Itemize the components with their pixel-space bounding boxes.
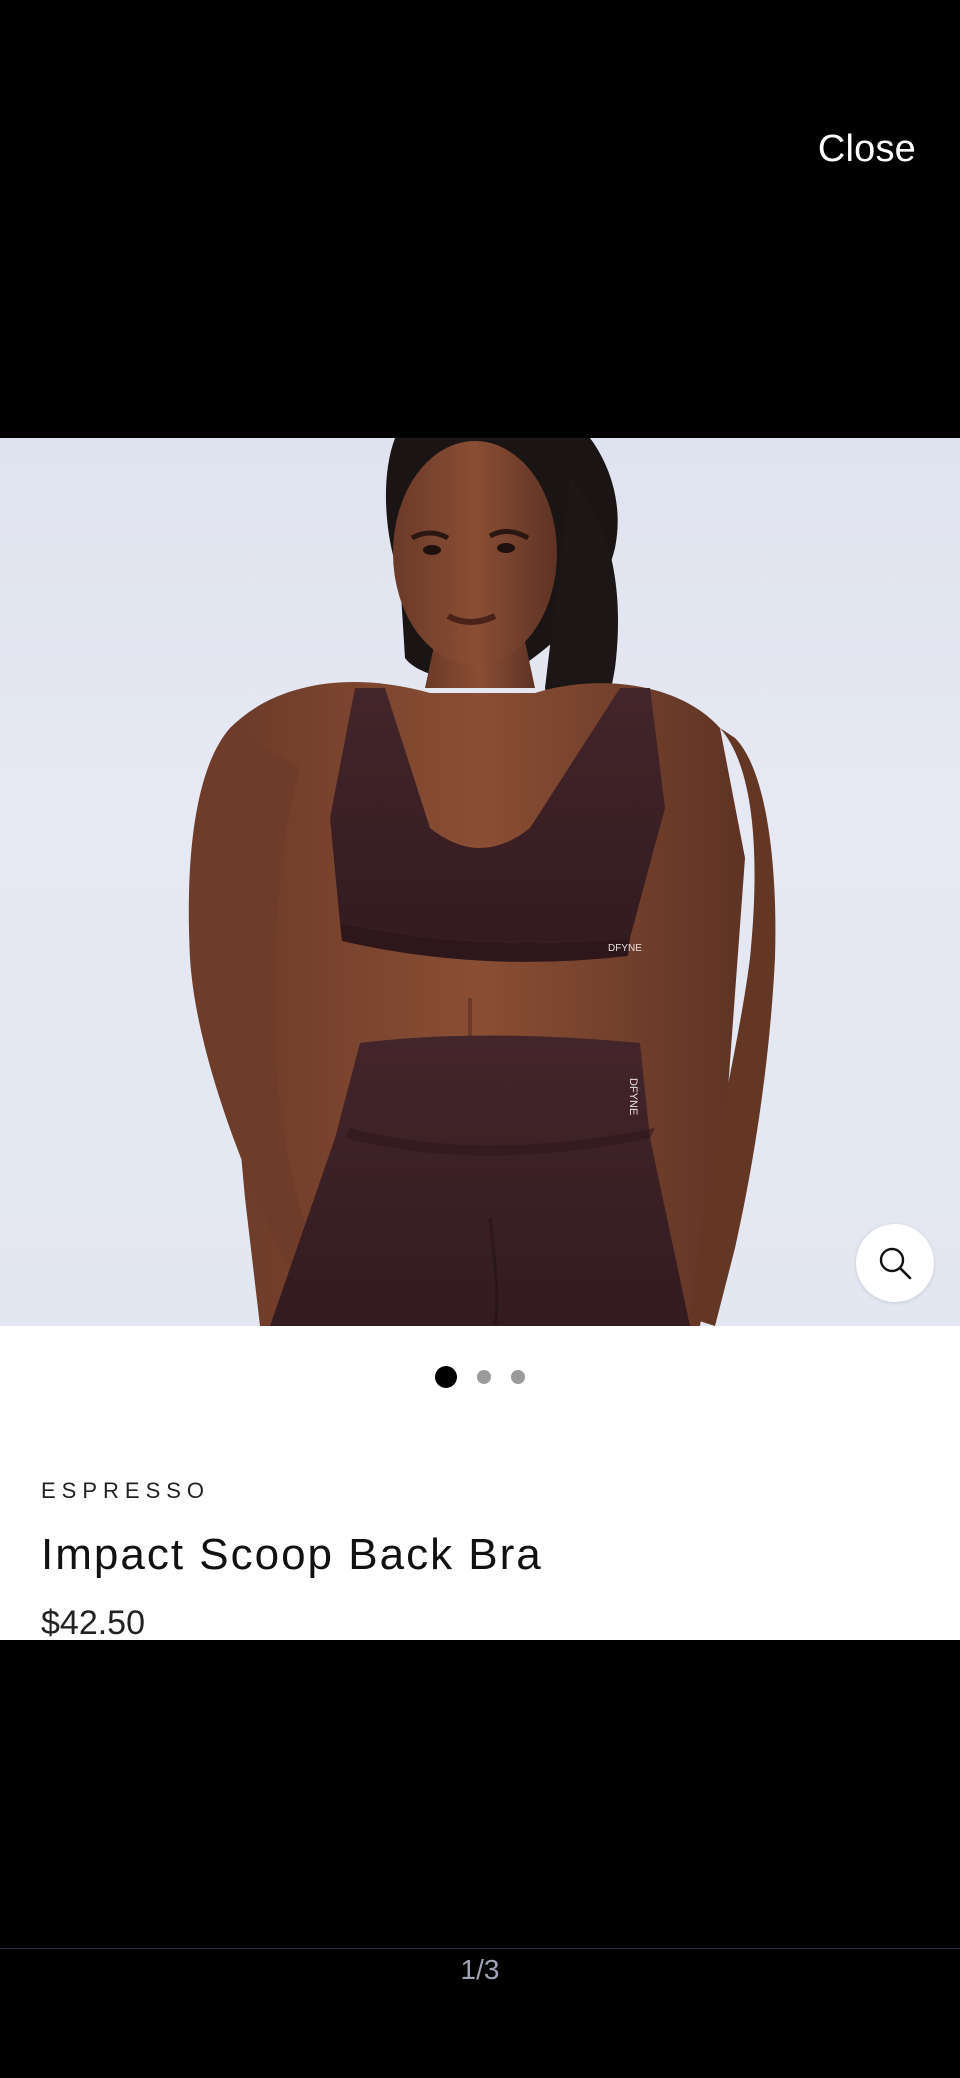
- magnifier-icon: [879, 1247, 912, 1280]
- product-title: Impact Scoop Back Bra: [41, 1530, 543, 1579]
- product-image[interactable]: DFYNE DFYNE: [0, 438, 960, 1326]
- product-price: $42.50: [41, 1604, 145, 1640]
- zoom-button[interactable]: [856, 1224, 934, 1302]
- pagination-dot-1[interactable]: [435, 1366, 457, 1388]
- image-counter: 1/3: [460, 1954, 500, 1985]
- footer-divider: [0, 1948, 960, 1949]
- pagination-dot-2[interactable]: [477, 1370, 491, 1384]
- bra-logo-text: DFYNE: [608, 943, 642, 954]
- product-info-panel: ESPRESSO Impact Scoop Back Bra $42.50: [0, 1326, 960, 1640]
- gallery-pagination: [0, 1366, 960, 1388]
- legging-logo-text: DFYNE: [627, 1078, 639, 1115]
- product-variant: ESPRESSO: [41, 1478, 211, 1503]
- product-photo-illustration: DFYNE DFYNE: [188, 438, 776, 1326]
- close-button[interactable]: Close: [818, 128, 916, 171]
- pagination-dot-3[interactable]: [511, 1370, 525, 1384]
